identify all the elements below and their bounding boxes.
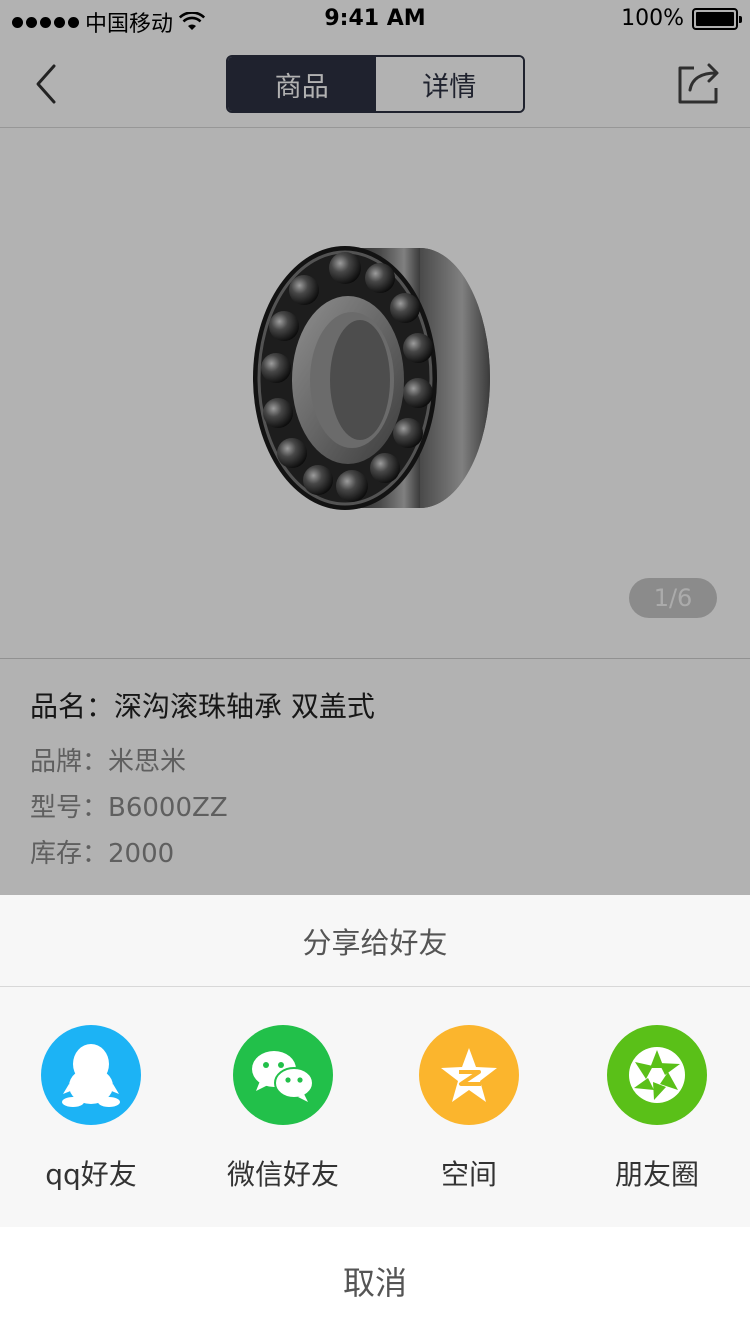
share-qzone[interactable]: 空间 (389, 1025, 549, 1193)
share-sheet-title: 分享给好友 (0, 895, 750, 987)
share-wechat-label: 微信好友 (226, 1158, 339, 1191)
cancel-button[interactable]: 取消 (0, 1227, 750, 1334)
share-qq-friend[interactable]: qq好友 (11, 1025, 171, 1193)
share-qzone-label: 空间 (440, 1158, 497, 1191)
share-qq-label: qq好友 (45, 1158, 137, 1191)
qzone-icon (419, 1025, 519, 1125)
share-moments-label: 朋友圈 (614, 1158, 699, 1191)
share-wechat-friend[interactable]: 微信好友 (203, 1025, 363, 1193)
share-moments[interactable]: 朋友圈 (577, 1025, 737, 1193)
share-sheet: 分享给好友 qq好友 微信好友 空间 朋友圈 取消 (0, 895, 750, 1334)
qq-icon (41, 1025, 141, 1125)
moments-icon (607, 1025, 707, 1125)
wechat-icon (233, 1025, 333, 1125)
share-options: qq好友 微信好友 空间 朋友圈 (0, 987, 750, 1227)
